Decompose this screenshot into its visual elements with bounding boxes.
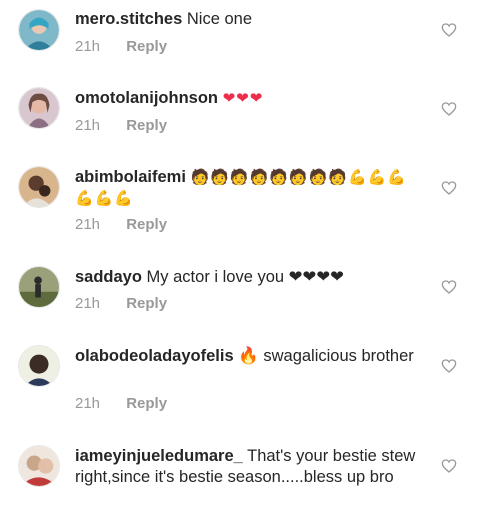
avatar[interactable] [18, 87, 60, 129]
comment-meta: 21h Reply [75, 117, 167, 134]
avatar[interactable] [18, 266, 60, 308]
reply-button[interactable]: Reply [126, 216, 167, 233]
avatar[interactable] [18, 445, 60, 487]
comment-timestamp: 21h [75, 395, 101, 412]
comment-username[interactable]: mero.stitches [75, 10, 182, 28]
heart-outline-icon[interactable] [441, 358, 457, 374]
comment-timestamp: 21h [75, 38, 101, 55]
comment-body: iameyinjueledumare_ That's your bestie s… [75, 446, 420, 488]
reply-button[interactable]: Reply [126, 117, 167, 134]
heart-outline-icon[interactable] [441, 22, 457, 38]
comment-text: ❤❤❤ [222, 90, 264, 107]
heart-outline-icon[interactable] [441, 279, 457, 295]
comment-body: abimbolaifemi 🧑🧑🧑🧑🧑🧑🧑🧑💪💪💪 💪💪💪 [75, 167, 420, 209]
comment-body: mero.stitches Nice one [75, 9, 420, 30]
comment-meta: 21h Reply [75, 295, 167, 312]
reply-button[interactable]: Reply [126, 295, 167, 312]
comment-timestamp: 21h [75, 295, 101, 312]
comment-body: saddayo My actor i love you ❤❤❤❤ [75, 267, 420, 288]
comment-username[interactable]: saddayo [75, 268, 142, 286]
comment-body: omotolanijohnson ❤❤❤ [75, 88, 420, 109]
comment-timestamp: 21h [75, 117, 101, 134]
reply-button[interactable]: Reply [126, 395, 167, 412]
comment-text: 🔥 swagalicious brother [238, 347, 414, 365]
comment-username[interactable]: olabodeoladayofelis [75, 347, 234, 365]
heart-outline-icon[interactable] [441, 101, 457, 117]
avatar[interactable] [18, 166, 60, 208]
comment-body: olabodeoladayofelis 🔥 swagalicious broth… [75, 346, 420, 367]
comment-meta: 21h Reply [75, 395, 167, 412]
comment-timestamp: 21h [75, 216, 101, 233]
comment-username[interactable]: iameyinjueledumare_ [75, 447, 243, 465]
reply-button[interactable]: Reply [126, 38, 167, 55]
avatar[interactable] [18, 9, 60, 51]
avatar[interactable] [18, 345, 60, 387]
heart-outline-icon[interactable] [441, 180, 457, 196]
comment-username[interactable]: omotolanijohnson [75, 89, 218, 107]
heart-outline-icon[interactable] [441, 458, 457, 474]
comment-username[interactable]: abimbolaifemi [75, 168, 186, 186]
comment-text: Nice one [186, 10, 253, 28]
comment-text: My actor i love you ❤❤❤❤ [146, 268, 344, 286]
comment-meta: 21h Reply [75, 216, 167, 233]
comment-meta: 21h Reply [75, 38, 167, 55]
